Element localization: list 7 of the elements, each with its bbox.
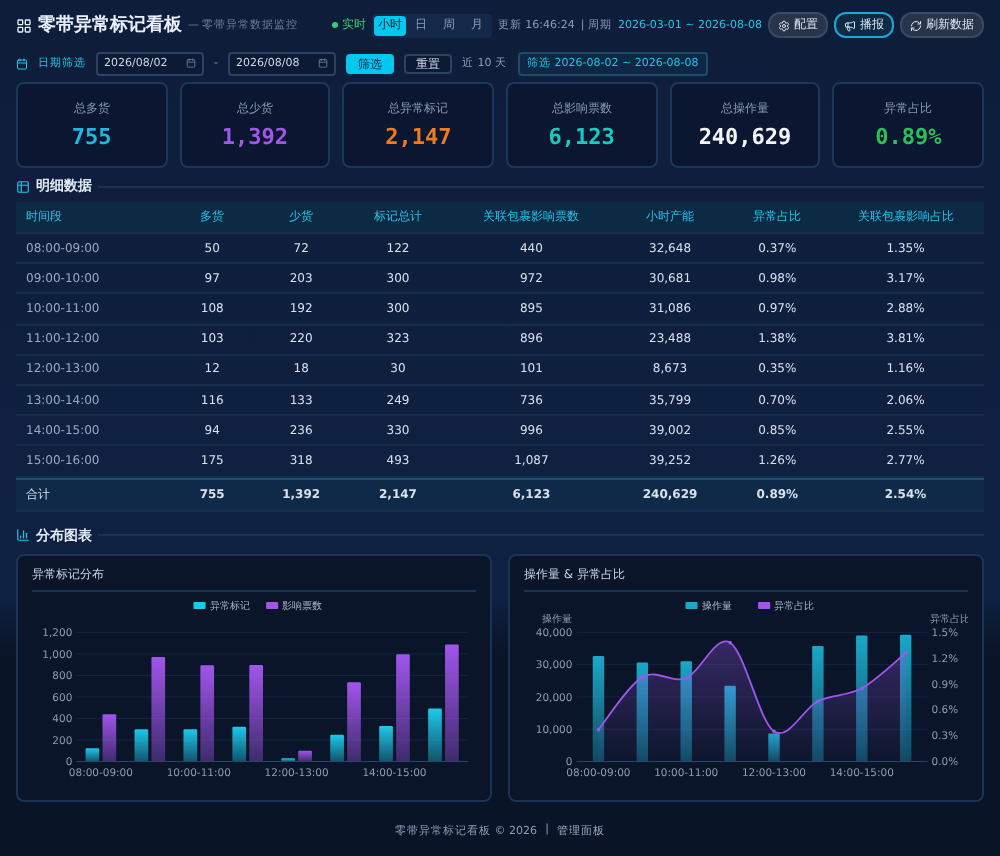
kpi-value: 0.89% bbox=[875, 124, 942, 150]
kpi-value: 1,392 bbox=[221, 124, 289, 150]
kpi-value: 6,123 bbox=[548, 124, 615, 150]
kpi-value: 755 bbox=[71, 124, 112, 150]
dashboard-title: 零带异常标记看板 bbox=[38, 12, 182, 38]
kpi-value: 2,147 bbox=[385, 124, 452, 150]
kpi-value: 240,629 bbox=[698, 124, 792, 150]
